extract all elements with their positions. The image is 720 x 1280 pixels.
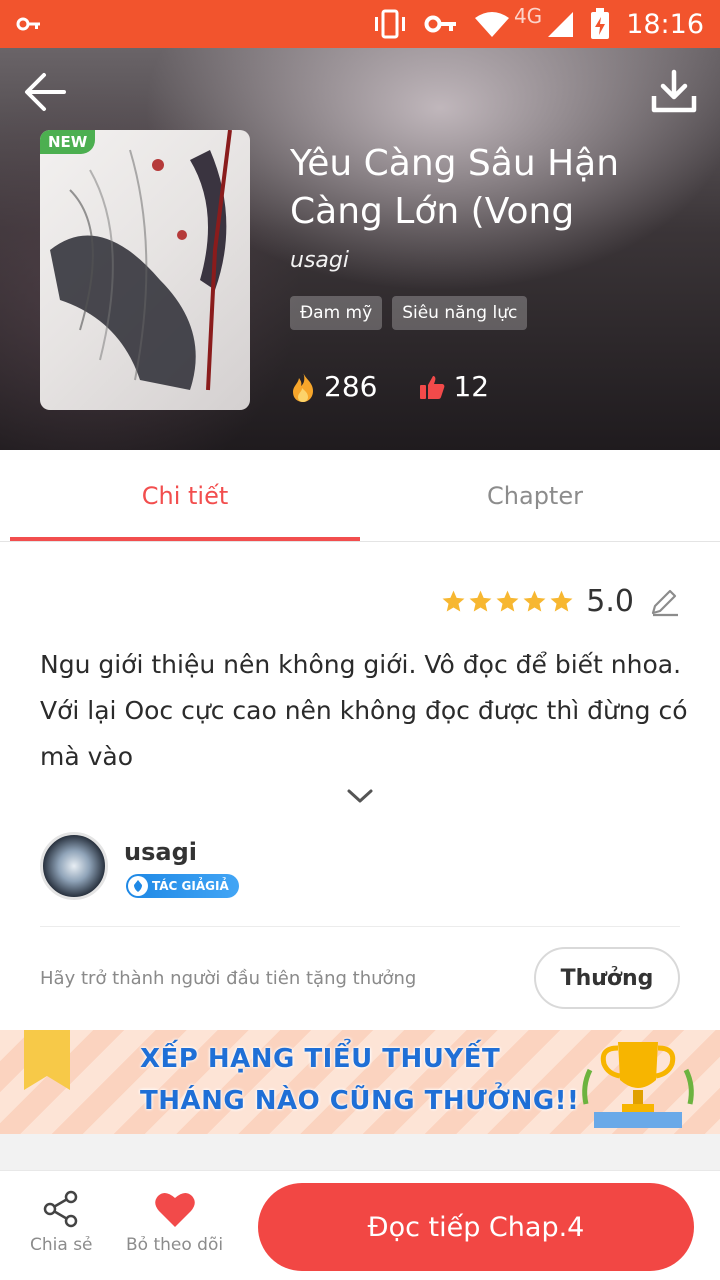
book-author[interactable]: usagi bbox=[290, 248, 349, 273]
unfollow-label: Bỏ theo dõi bbox=[126, 1235, 224, 1255]
new-badge: NEW bbox=[40, 130, 96, 154]
download-icon[interactable] bbox=[648, 66, 700, 118]
genre-tag[interactable]: Đam mỹ bbox=[290, 296, 383, 330]
unfollow-button[interactable]: Bỏ theo dõi bbox=[126, 1189, 223, 1255]
banner-line-1: XẾP HẠNG TIỂU THUYẾT bbox=[140, 1044, 501, 1074]
pen-icon bbox=[128, 876, 148, 896]
ribbon-icon bbox=[24, 1030, 70, 1090]
share-button[interactable]: Chia sẻ bbox=[30, 1189, 93, 1255]
author-badge: TÁC GIẢGIẢ bbox=[126, 874, 239, 898]
book-stats: 286 12 bbox=[290, 370, 531, 403]
battery-charging-icon bbox=[591, 8, 610, 39]
key-icon bbox=[424, 15, 456, 33]
banner-line-2: THÁNG NÀO CŨNG THƯỞNG!! bbox=[140, 1086, 580, 1116]
network-type: 4G bbox=[513, 4, 543, 28]
status-time: 18:16 bbox=[626, 8, 704, 40]
book-title: Yêu Càng Sâu Hận Càng Lớn (Vong bbox=[290, 143, 620, 232]
heart-icon bbox=[154, 1192, 195, 1227]
book-description: Ngu giới thiệu nên không giới. Vô đọc để… bbox=[40, 650, 688, 771]
views-count: 286 bbox=[324, 370, 378, 403]
trophy-icon bbox=[582, 1042, 694, 1128]
rating-value: 5.0 bbox=[586, 584, 634, 619]
views-stat: 286 bbox=[290, 370, 377, 403]
share-icon bbox=[44, 1190, 78, 1228]
gift-button[interactable]: Thưởng bbox=[534, 947, 680, 1009]
tab-chapter[interactable]: Chapter bbox=[360, 450, 710, 541]
star-icon bbox=[496, 590, 519, 612]
wifi-icon bbox=[474, 12, 509, 37]
edit-pencil-icon[interactable] bbox=[648, 586, 680, 618]
back-arrow-icon[interactable] bbox=[20, 66, 72, 118]
author-badge-label: TÁC GIẢGIẢ bbox=[152, 879, 229, 893]
ranking-banner[interactable]: XẾP HẠNG TIỂU THUYẾT THÁNG NÀO CŨNG THƯỞ… bbox=[0, 1030, 720, 1134]
book-detail-screen: 4G 18:16 NEW Yêu Càng Sâu Hận Càng Lớn (… bbox=[0, 0, 720, 1280]
fire-icon bbox=[293, 371, 313, 402]
continue-reading-button[interactable]: Đọc tiếp Chap.4 bbox=[258, 1183, 694, 1271]
star-icon bbox=[550, 590, 573, 612]
cell-signal-icon bbox=[548, 12, 574, 37]
star-icon bbox=[442, 590, 465, 612]
tab-bar: Chi tiết Chapter bbox=[0, 450, 720, 542]
book-cover[interactable]: NEW bbox=[40, 130, 250, 410]
thumbs-up-icon bbox=[420, 375, 445, 399]
bottom-action-bar: Chia sẻ Bỏ theo dõi Đọc tiếp Chap.4 bbox=[0, 1170, 720, 1280]
star-icon bbox=[469, 590, 492, 612]
likes-count: 12 bbox=[453, 370, 490, 403]
genre-tag[interactable]: Siêu năng lực bbox=[392, 296, 528, 330]
author-name[interactable]: usagi bbox=[124, 838, 197, 866]
share-label: Chia sẻ bbox=[30, 1235, 93, 1255]
cover-artwork bbox=[50, 130, 232, 391]
chevron-down-icon[interactable] bbox=[345, 784, 375, 808]
likes-stat: 12 bbox=[419, 370, 489, 403]
section-separator bbox=[0, 1134, 720, 1170]
genre-tags: Đam mỹ Siêu năng lực bbox=[290, 296, 528, 330]
avatar[interactable] bbox=[40, 832, 108, 900]
vibrate-icon bbox=[374, 9, 405, 39]
tab-details[interactable]: Chi tiết bbox=[10, 450, 360, 541]
vpn-key-icon bbox=[16, 17, 40, 31]
star-icon bbox=[523, 590, 546, 612]
rating: 5.0 bbox=[441, 584, 680, 619]
status-bar: 4G 18:16 bbox=[0, 0, 720, 48]
gift-prompt: Hãy trở thành người đầu tiên tặng thưởng bbox=[40, 968, 417, 989]
book-header: NEW Yêu Càng Sâu Hận Càng Lớn (Vong usag… bbox=[0, 48, 720, 450]
divider bbox=[40, 926, 680, 927]
author-card[interactable]: usagi TÁC GIẢGIẢ bbox=[40, 832, 680, 904]
